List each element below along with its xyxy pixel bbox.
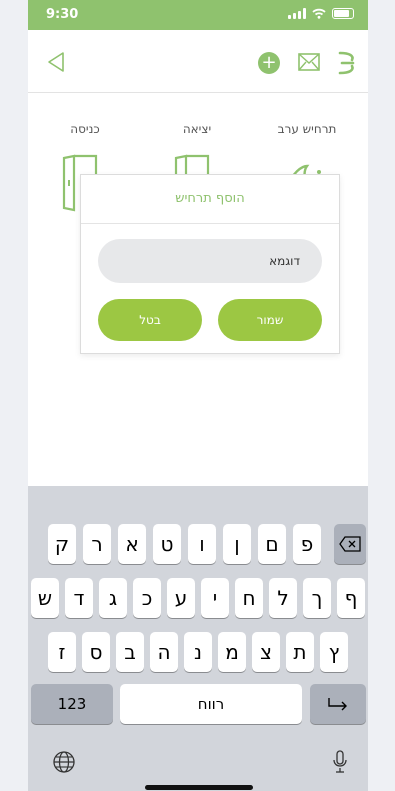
key[interactable]: ר <box>83 524 111 564</box>
keyboard-row-2: ש ד ג כ ע י ח ל ך ף <box>28 578 368 620</box>
back-arrow-icon[interactable] <box>44 50 68 74</box>
key[interactable]: ג <box>99 578 127 618</box>
key[interactable]: ה <box>150 632 178 672</box>
backspace-icon <box>339 536 361 552</box>
save-button[interactable]: שמור <box>218 299 322 341</box>
key[interactable]: ש <box>31 578 59 618</box>
key[interactable]: ד <box>65 578 93 618</box>
battery-icon <box>332 8 354 19</box>
key[interactable]: מ <box>218 632 246 672</box>
scenario-name-input[interactable] <box>98 239 322 283</box>
microphone-icon[interactable] <box>332 750 348 774</box>
mail-icon[interactable] <box>298 53 320 71</box>
keyboard-row-1: ק ר א ט ו ן ם פ <box>28 524 368 566</box>
key[interactable]: א <box>118 524 146 564</box>
key[interactable]: ץ <box>320 632 348 672</box>
key[interactable]: כ <box>133 578 161 618</box>
status-bar: 9:30 <box>28 0 368 30</box>
key[interactable]: ס <box>82 632 110 672</box>
key[interactable]: ך <box>303 578 331 618</box>
keyboard: ק ר א ט ו ן ם פ ש ד ג כ ע י ח ל ך ף ז ס … <box>28 486 368 791</box>
plus-icon[interactable]: + <box>258 52 280 74</box>
keyboard-row-4: 123 רווח <box>28 684 368 726</box>
key[interactable]: ב <box>116 632 144 672</box>
scenario-label: יציאה <box>182 122 212 136</box>
key[interactable]: פ <box>293 524 321 564</box>
key[interactable]: ו <box>188 524 216 564</box>
return-arrow-icon <box>328 698 347 711</box>
backspace-key[interactable] <box>334 524 366 564</box>
menu-icon[interactable] <box>336 50 358 76</box>
wifi-icon <box>312 8 326 19</box>
key[interactable]: ע <box>167 578 195 618</box>
space-key[interactable]: רווח <box>120 684 302 724</box>
key[interactable]: ט <box>153 524 181 564</box>
keyboard-row-3: ז ס ב ה נ מ צ ת ץ <box>28 632 368 674</box>
scenario-label: כניסה <box>70 122 100 136</box>
key[interactable]: ל <box>269 578 297 618</box>
key[interactable]: י <box>201 578 229 618</box>
key[interactable]: ן <box>223 524 251 564</box>
top-bar: + <box>28 30 368 93</box>
key[interactable]: ם <box>258 524 286 564</box>
globe-icon[interactable] <box>52 750 76 774</box>
status-time: 9:30 <box>46 7 79 22</box>
key[interactable]: צ <box>252 632 280 672</box>
scenario-label: תרחיש ערב <box>277 122 337 136</box>
add-scenario-dialog: הוסף תרחיש בטל שמור <box>80 174 340 354</box>
phone-screen: 9:30 + כניסה יציאה תרחיש ערב הוסף תרחיש … <box>28 0 368 791</box>
dialog-title: הוסף תרחיש <box>81 175 339 224</box>
return-key[interactable] <box>310 684 366 724</box>
key[interactable]: ת <box>286 632 314 672</box>
numbers-key[interactable]: 123 <box>31 684 113 724</box>
key[interactable]: ף <box>337 578 365 618</box>
key[interactable]: ק <box>48 524 76 564</box>
key[interactable]: ח <box>235 578 263 618</box>
cancel-button[interactable]: בטל <box>98 299 202 341</box>
key[interactable]: נ <box>184 632 212 672</box>
home-indicator[interactable] <box>145 785 253 790</box>
key[interactable]: ז <box>48 632 76 672</box>
status-indicators <box>288 8 354 19</box>
signal-icon <box>288 8 306 19</box>
